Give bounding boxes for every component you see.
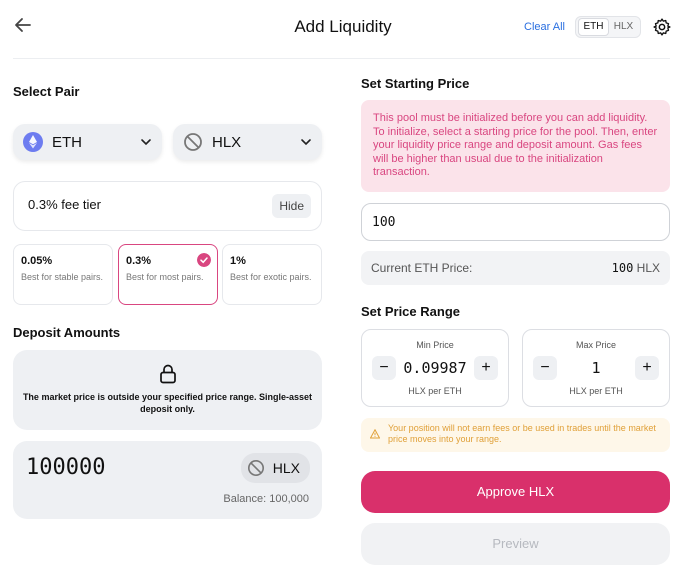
header-divider [13,58,670,59]
token-a-symbol: ETH [52,133,82,151]
fee-tier-desc: Best for most pairs. [126,272,204,282]
no-logo-icon [184,133,202,151]
range-warning-text: Your position will not earn fees or be u… [388,423,656,444]
deposit-token-symbol: HLX [272,460,300,476]
max-price-box: Max Price − 1 + HLX per ETH [522,329,670,407]
token-toggle: ETH HLX [575,16,641,38]
max-price-label: Max Price [575,340,616,350]
fee-tier-option[interactable]: 1% Best for exotic pairs. [222,244,322,305]
toggle-hlx[interactable]: HLX [609,19,638,35]
warning-icon [370,429,380,439]
min-price-unit: HLX per ETH [408,386,462,396]
fee-tier-option[interactable]: 0.05% Best for stable pairs. [13,244,113,305]
current-price-number: 100 [611,261,634,275]
select-pair-title: Select Pair [13,84,80,99]
starting-price-title: Set Starting Price [361,76,470,91]
deposit-notice: The market price is outside your specifi… [13,350,322,430]
balance-text: Balance: 100,000 [223,493,309,505]
fee-tier-pct: 0.05% [21,255,53,267]
chevron-down-icon [141,139,151,146]
hide-button[interactable]: Hide [272,194,311,218]
price-range-title: Set Price Range [361,304,460,319]
fee-tier-pct: 1% [230,255,246,267]
no-logo-icon [247,459,264,477]
deposit-amount-input[interactable]: 100000 [26,455,105,480]
current-price-unit: HLX [636,261,660,275]
token-a-select[interactable]: ETH [13,124,162,160]
fee-tier-desc: Best for exotic pairs. [230,272,312,282]
current-price-value: 100 HLX [612,261,660,275]
header: Add Liquidity Clear All ETH HLX [0,0,686,58]
approve-button[interactable]: Approve HLX [361,471,670,513]
fee-tier-option-selected[interactable]: 0.3% Best for most pairs. [118,244,218,305]
token-b-symbol: HLX [212,133,242,151]
current-price-label: Current ETH Price: [371,261,473,275]
initialize-warning: This pool must be initialized before you… [361,100,670,192]
current-price-row: Current ETH Price: 100 HLX [361,251,670,285]
range-warning: Your position will not earn fees or be u… [361,418,670,452]
token-b-select[interactable]: HLX [173,124,322,160]
preview-button[interactable]: Preview [361,523,670,565]
gear-icon[interactable] [652,17,672,37]
lock-icon [160,364,176,384]
clear-all-button[interactable]: Clear All [524,21,565,33]
fee-tier-desc: Best for stable pairs. [21,272,104,282]
min-increment-button[interactable]: + [474,356,498,380]
deposit-notice-text: The market price is outside your specifi… [22,392,313,414]
max-increment-button[interactable]: + [635,356,659,380]
min-price-label: Min Price [416,340,454,350]
fee-tier-label: 0.3% fee tier [28,197,101,212]
starting-price-input[interactable] [361,203,670,241]
fee-tier-box: 0.3% fee tier Hide [13,181,322,231]
eth-icon [23,132,43,152]
chevron-down-icon [301,139,311,146]
max-price-unit: HLX per ETH [569,386,623,396]
deposit-amounts-title: Deposit Amounts [13,325,121,340]
toggle-eth[interactable]: ETH [578,18,609,36]
min-price-box: Min Price − 0.09987 + HLX per ETH [361,329,509,407]
checkmark-icon [197,253,211,267]
deposit-token-button[interactable]: HLX [240,453,310,483]
deposit-amount-box[interactable]: 100000 HLX Balance: 100,000 [13,441,322,519]
